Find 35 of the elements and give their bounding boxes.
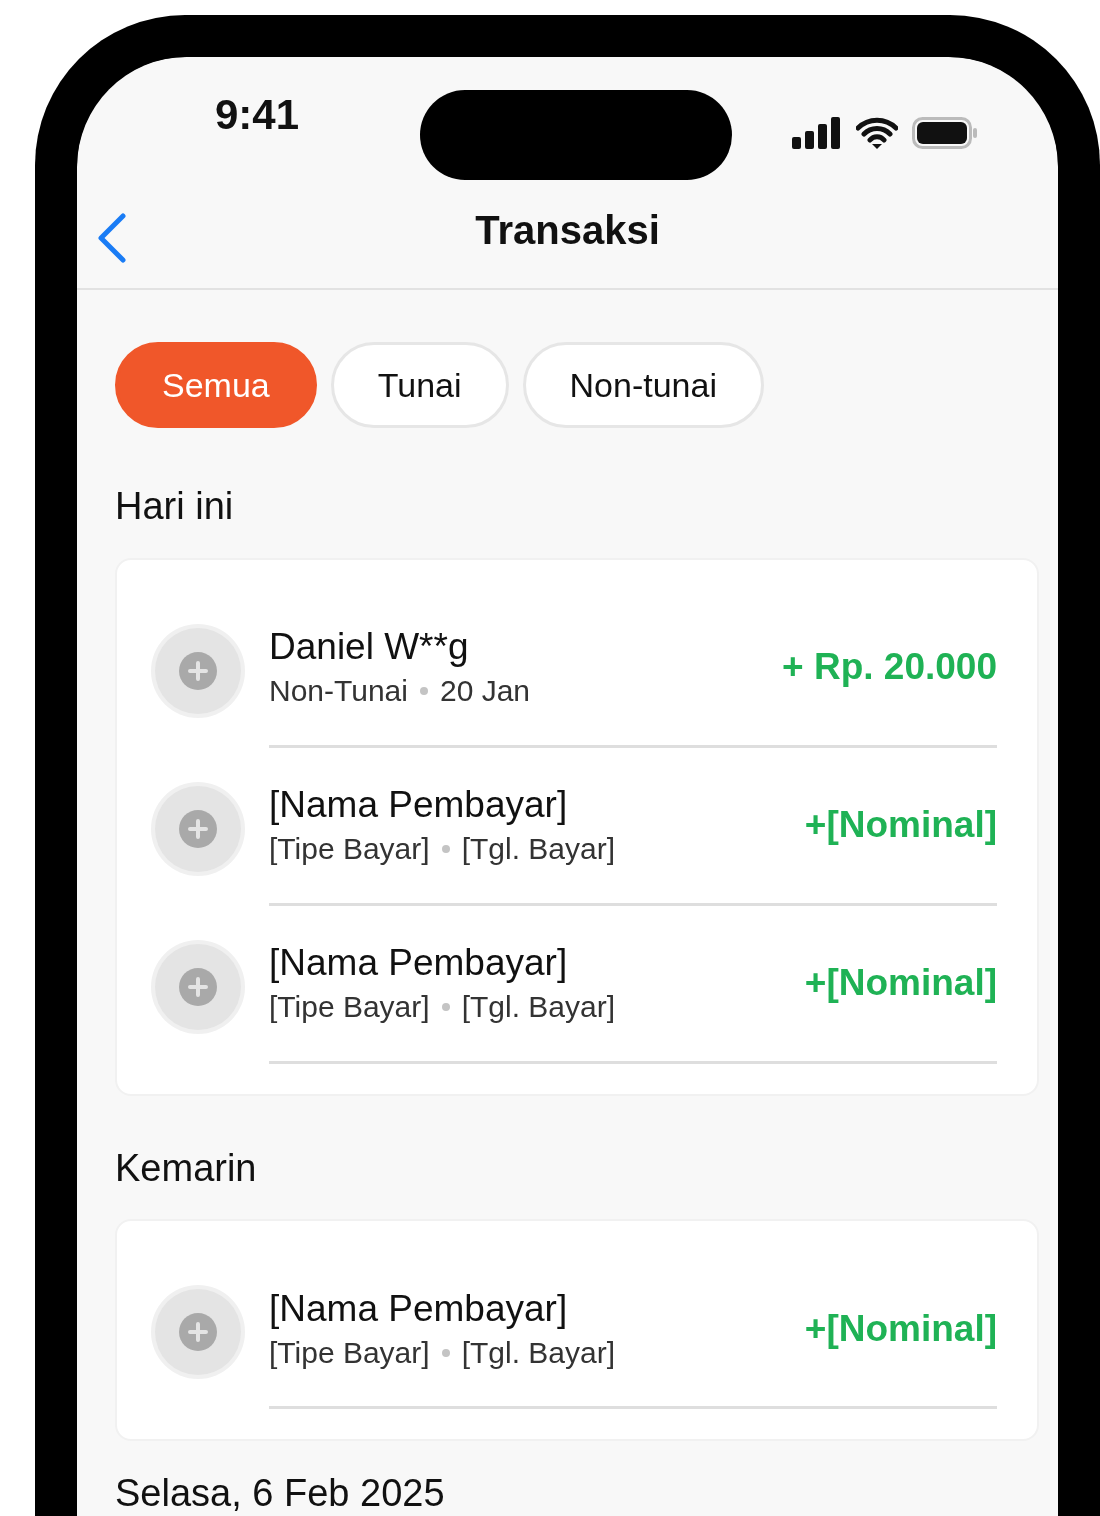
payment-date: [Tgl. Bayar]: [461, 832, 615, 867]
screen-title: Transaksi: [475, 208, 660, 253]
battery-icon: [912, 117, 978, 149]
payment-type: [Tipe Bayar]: [269, 832, 430, 867]
amount: +[Nominal]: [804, 1307, 997, 1350]
plus-circle-icon: [179, 1313, 217, 1352]
separator-dot: [441, 845, 450, 854]
payment-type: Non-Tunai: [269, 674, 408, 709]
payer-name: [Nama Pembayar]: [269, 942, 569, 985]
filter-chip[interactable]: Tunai: [330, 342, 509, 428]
wifi-icon: [856, 117, 898, 149]
payer-name: [Nama Pembayar]: [269, 1287, 569, 1330]
separator-dot: [419, 687, 428, 696]
back-chevron-icon[interactable]: [97, 213, 127, 263]
filter-chip[interactable]: Non-tunai: [522, 342, 764, 428]
section-heading: Selasa, 6 Feb 2025: [115, 1471, 446, 1516]
payment-date: [Tgl. Bayar]: [461, 990, 615, 1025]
payment-date: 20 Jan: [439, 674, 531, 709]
payment-date: [Tgl. Bayar]: [461, 1335, 615, 1370]
section-heading: Kemarin: [115, 1145, 258, 1191]
plus-circle-icon: [179, 967, 217, 1006]
plus-circle-icon: [179, 651, 217, 690]
section-heading: Hari ini: [115, 484, 235, 529]
separator-dot: [441, 1003, 450, 1012]
amount: + Rp. 20.000: [782, 646, 997, 689]
signal-icon: [792, 117, 842, 149]
plus-circle-icon: [179, 809, 217, 848]
payment-type: [Tipe Bayar]: [269, 990, 430, 1025]
payer-name: Daniel W**g: [269, 626, 470, 669]
payment-type: [Tipe Bayar]: [269, 1335, 430, 1370]
status-time: 9:41: [215, 91, 301, 139]
payer-name: [Nama Pembayar]: [269, 784, 569, 827]
amount: +[Nominal]: [804, 962, 997, 1005]
separator-dot: [441, 1348, 450, 1357]
amount: +[Nominal]: [804, 804, 997, 847]
